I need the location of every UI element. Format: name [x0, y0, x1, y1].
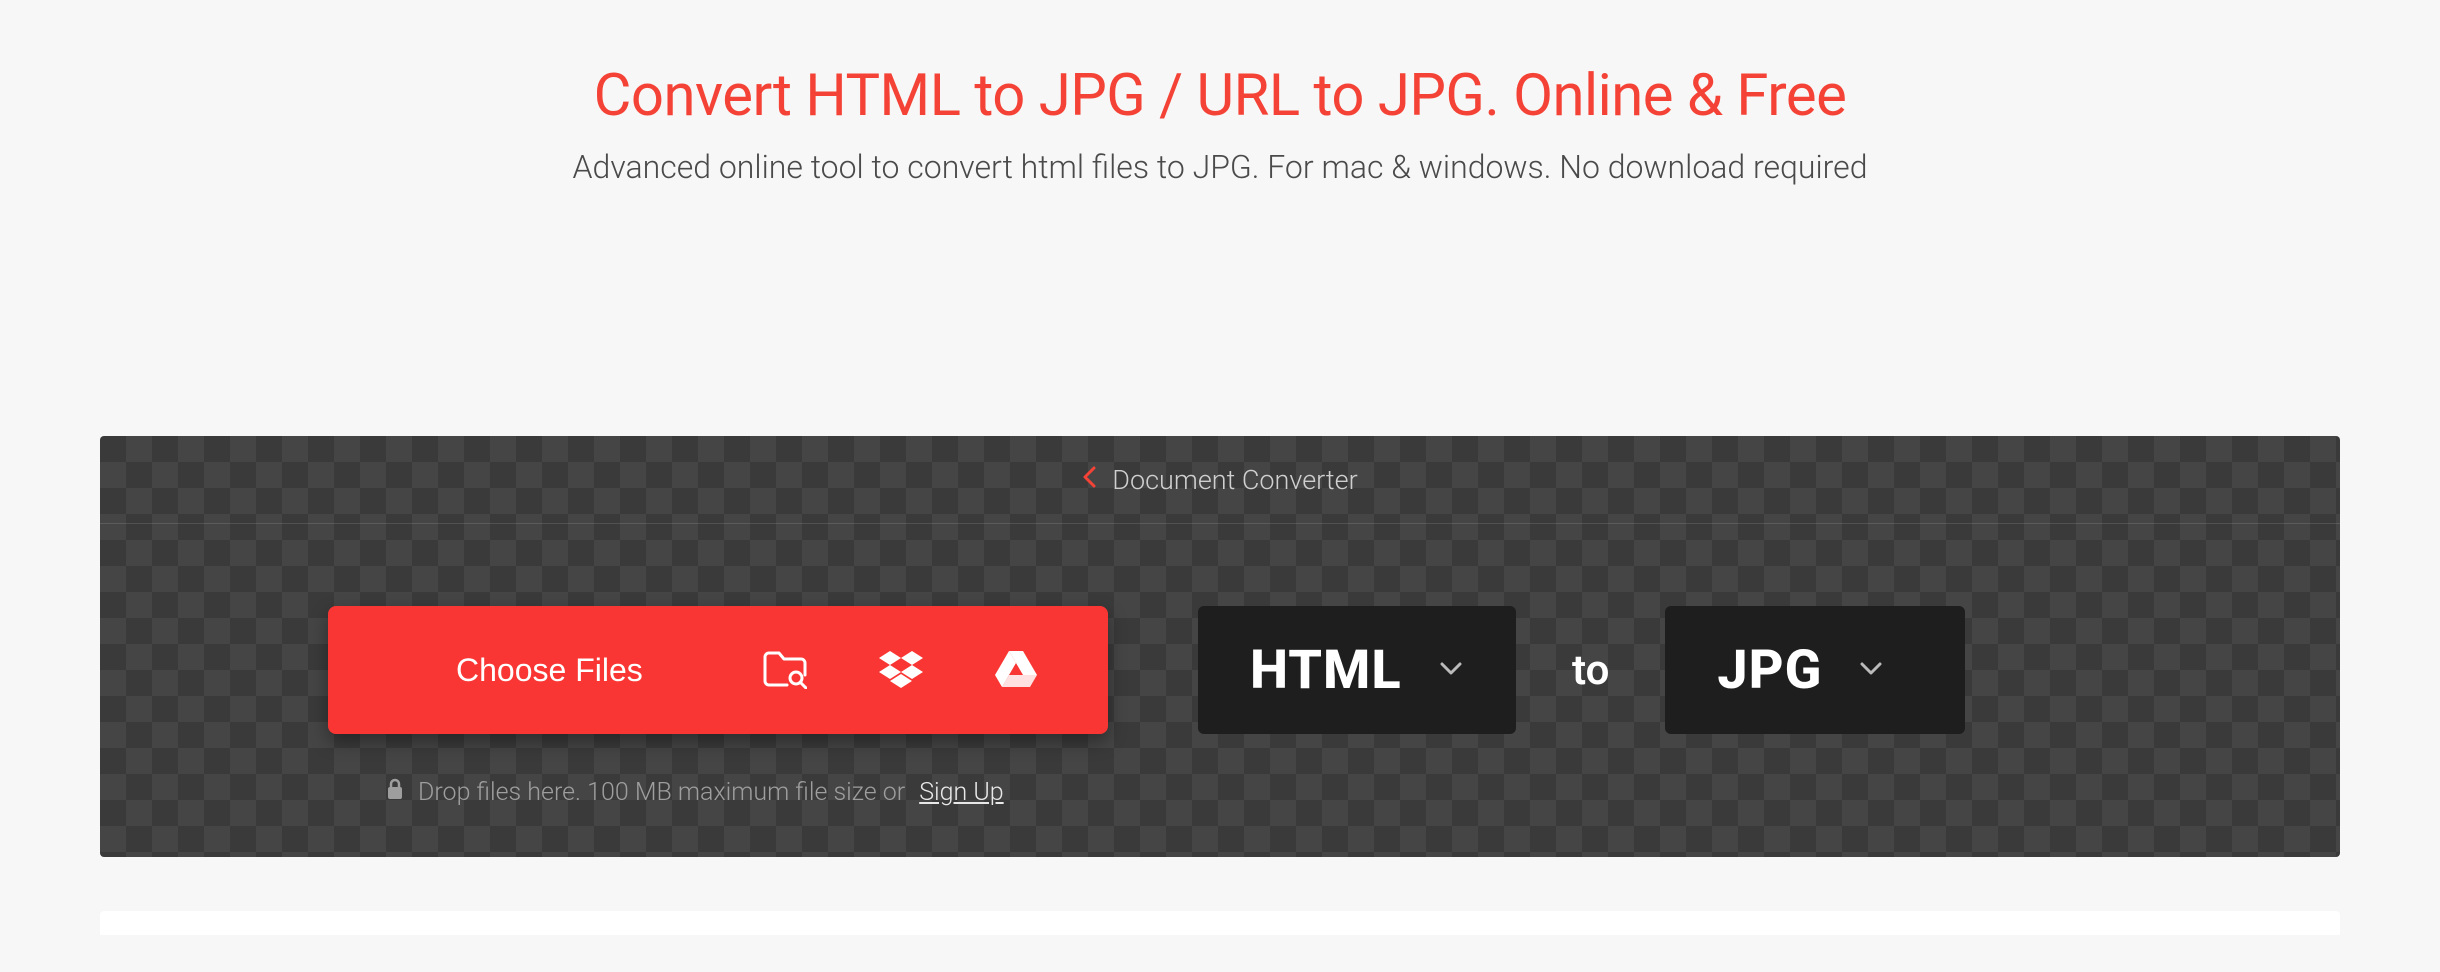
page-subtitle: Advanced online tool to convert html fil…: [573, 148, 1868, 186]
google-drive-icon[interactable]: [995, 651, 1037, 689]
controls-row: Choose Files: [100, 524, 2340, 857]
bottom-panel-peek: [100, 911, 2340, 935]
source-format-select[interactable]: HTML: [1198, 606, 1516, 734]
format-group: HTML to JPG: [1198, 606, 1965, 734]
choose-files-label: Choose Files: [456, 652, 643, 689]
drop-hint: Drop files here. 100 MB maximum file siz…: [328, 778, 1108, 807]
target-format-label: JPG: [1717, 639, 1822, 702]
breadcrumb-label: Document Converter: [1112, 464, 1357, 496]
choose-files-button[interactable]: Choose Files: [328, 606, 1108, 734]
folder-search-icon[interactable]: [763, 651, 807, 689]
breadcrumb[interactable]: Document Converter: [100, 436, 2340, 524]
page-container: Convert HTML to JPG / URL to JPG. Online…: [0, 0, 2440, 935]
dropbox-icon[interactable]: [879, 651, 923, 689]
page-title: Convert HTML to JPG / URL to JPG. Online…: [573, 62, 1868, 130]
drop-hint-text: Drop files here. 100 MB maximum file siz…: [418, 778, 905, 807]
upload-source-icons: [763, 651, 1037, 689]
upload-group: Choose Files: [328, 606, 1108, 807]
to-label: to: [1572, 646, 1609, 695]
header-section: Convert HTML to JPG / URL to JPG. Online…: [573, 0, 1868, 186]
lock-icon: [386, 778, 404, 807]
chevron-left-icon: [1082, 466, 1096, 494]
target-format-select[interactable]: JPG: [1665, 606, 1965, 734]
chevron-down-icon: [1440, 661, 1462, 680]
source-format-label: HTML: [1250, 639, 1402, 702]
chevron-down-icon: [1860, 661, 1882, 680]
converter-panel: Document Converter Choose Files: [100, 436, 2340, 857]
sign-up-link[interactable]: Sign Up: [919, 778, 1003, 807]
